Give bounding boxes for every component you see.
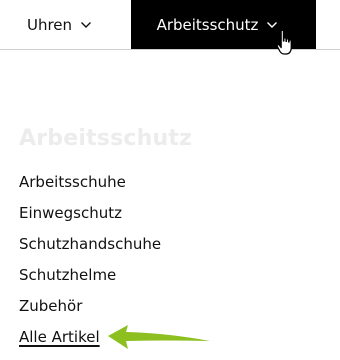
chevron-down-icon [267, 21, 278, 28]
link-schutzhelme[interactable]: Schutzhelme [19, 264, 161, 295]
page: Uhren Arbeitsschutz Arbeitsschutz Arbeit… [0, 0, 340, 360]
nav-item-uhren[interactable]: Uhren [0, 0, 131, 49]
nav-item-label: Uhren [26, 15, 73, 34]
link-schutzhandschuhe[interactable]: Schutzhandschuhe [19, 233, 161, 264]
chevron-down-icon [81, 21, 92, 28]
link-einwegschutz[interactable]: Einwegschutz [19, 202, 161, 233]
hand-pointer-cursor-icon [276, 29, 292, 55]
dropdown-title: Arbeitsschutz [19, 126, 193, 151]
annotation-arrow-icon [108, 325, 210, 349]
link-arbeitsschuhe[interactable]: Arbeitsschuhe [19, 171, 161, 202]
nav-item-label: Arbeitsschutz [156, 15, 259, 34]
